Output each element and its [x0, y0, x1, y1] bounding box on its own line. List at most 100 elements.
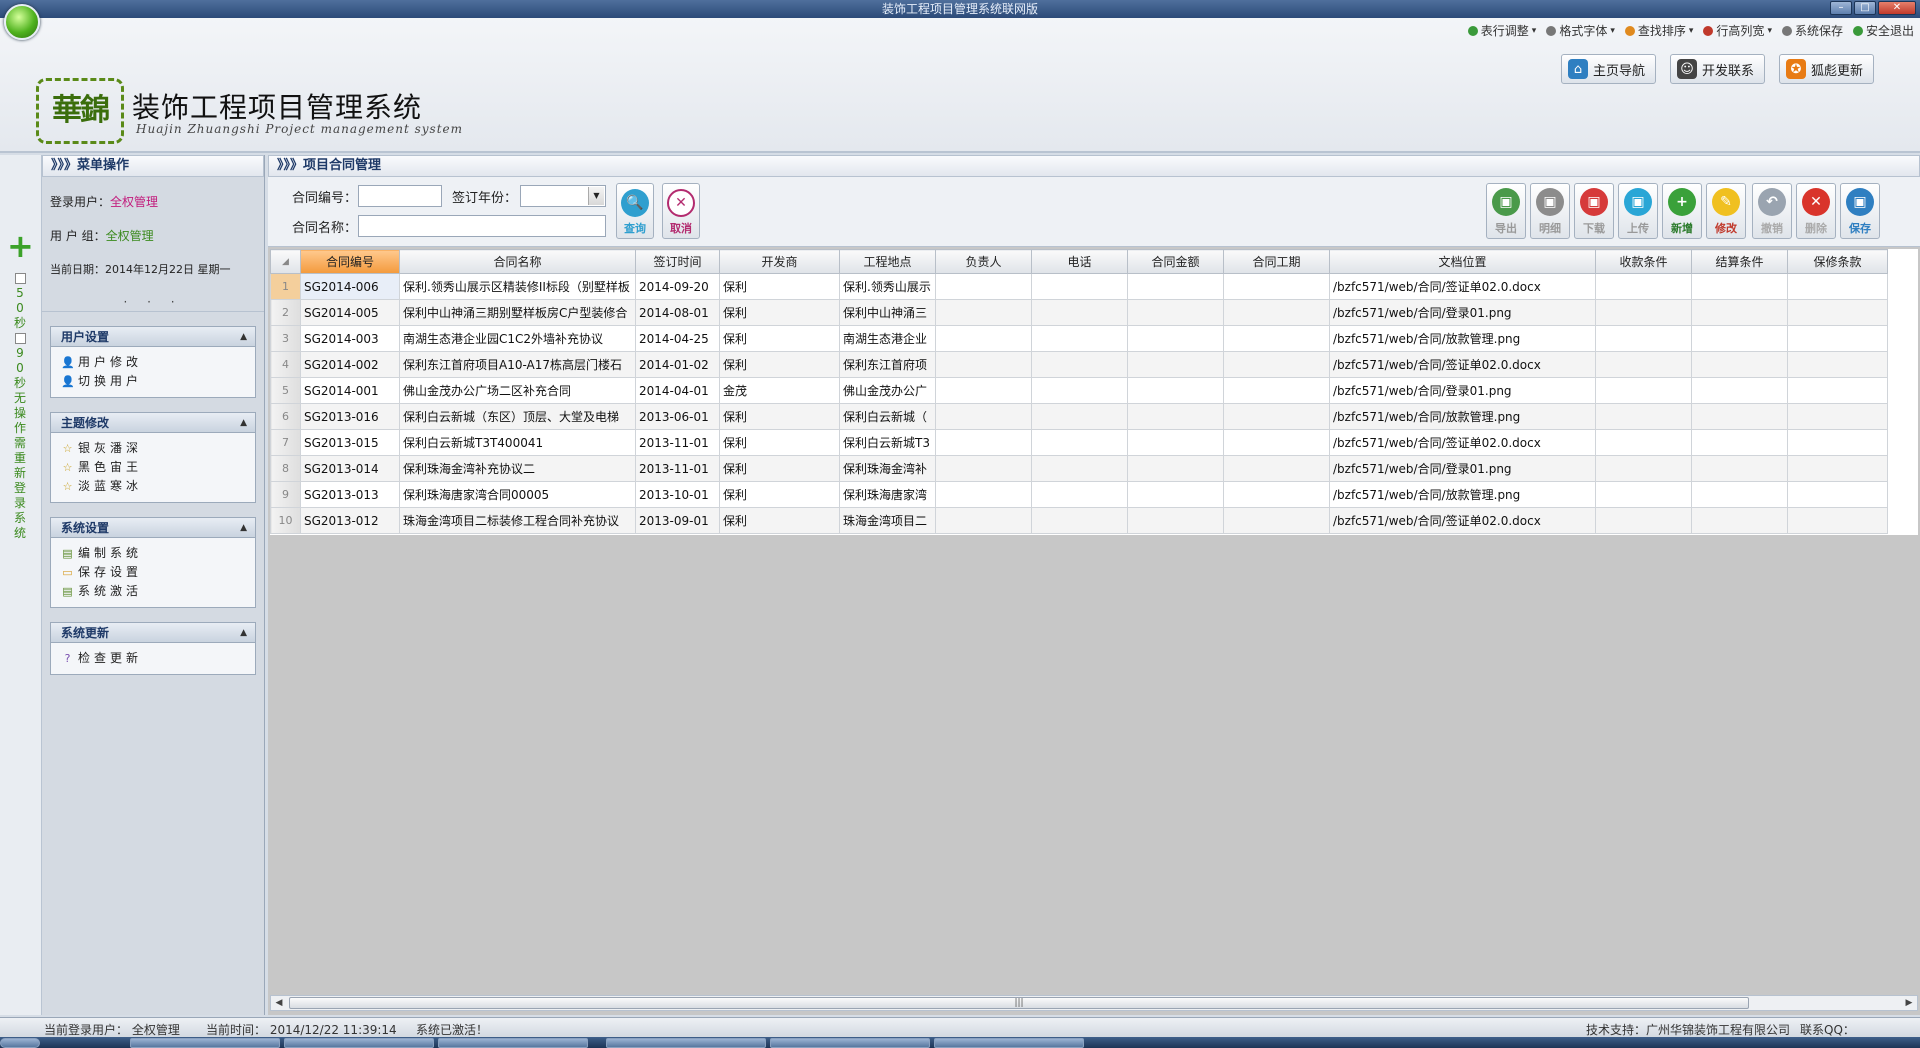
table-row[interactable]: 2 SG2014-005 保利中山神涌三期别墅样板房C户型装修合 2014-08-01… [270, 299, 1888, 326]
table-cell[interactable] [1031, 507, 1128, 534]
table-cell[interactable] [1031, 299, 1128, 326]
table-cell[interactable] [1127, 377, 1224, 404]
table-cell[interactable] [1223, 455, 1330, 482]
table-cell[interactable]: 2014-08-01 [635, 299, 720, 326]
table-cell[interactable]: /bzfc571/web/合同/放款管理.png [1329, 325, 1596, 352]
add-icon[interactable]: + [7, 230, 34, 262]
sidebar-group-header[interactable]: 系统更新 ▲ [51, 623, 255, 643]
table-cell[interactable] [1031, 455, 1128, 482]
table-cell[interactable] [1787, 273, 1888, 300]
table-cell[interactable] [1691, 325, 1788, 352]
table-cell[interactable] [1691, 377, 1788, 404]
table-cell[interactable]: 佛山金茂办公广 [839, 377, 936, 404]
table-cell[interactable]: 2014-01-02 [635, 351, 720, 378]
table-cell[interactable]: /bzfc571/web/合同/放款管理.png [1329, 481, 1596, 508]
table-cell[interactable] [1031, 481, 1128, 508]
column-header[interactable]: 合同金额 [1127, 249, 1224, 274]
table-cell[interactable]: SG2013-012 [300, 507, 400, 534]
table-cell[interactable]: /bzfc571/web/合同/放款管理.png [1329, 403, 1596, 430]
table-row[interactable]: 1 SG2014-006 保利.领秀山展示区精装修II标段（别墅样板 2014-09-… [270, 273, 1888, 300]
table-cell[interactable] [1691, 273, 1788, 300]
start-button[interactable] [0, 1038, 40, 1048]
table-cell[interactable]: 保利 [719, 455, 840, 482]
table-cell[interactable]: /bzfc571/web/合同/签证单02.0.docx [1329, 429, 1596, 456]
table-cell[interactable]: 保利白云新城T3T400041 [399, 429, 636, 456]
column-header[interactable]: 负责人 [935, 249, 1032, 274]
table-cell[interactable] [1787, 299, 1888, 326]
table-cell[interactable] [1691, 507, 1788, 534]
column-header[interactable]: 结算条件 [1691, 249, 1788, 274]
column-header[interactable]: 文档位置 [1329, 249, 1596, 274]
toolbar-button-6[interactable]: ↶ 撤销 [1752, 183, 1792, 239]
table-cell[interactable]: 2013-09-01 [635, 507, 720, 534]
table-cell[interactable] [935, 507, 1032, 534]
collapse-icon[interactable]: ▲ [240, 413, 247, 433]
table-cell[interactable]: 保利 [719, 351, 840, 378]
table-cell[interactable] [935, 377, 1032, 404]
table-cell[interactable]: 南湖生态港企业园C1C2外墙补充协议 [399, 325, 636, 352]
row-number[interactable]: 1 [270, 273, 301, 300]
table-cell[interactable] [1691, 455, 1788, 482]
table-cell[interactable] [1127, 507, 1224, 534]
sidebar-item[interactable]: ▭ 保存设置 [61, 563, 255, 582]
table-cell[interactable] [1031, 377, 1128, 404]
table-cell[interactable]: 保利东江首府项目A10-A17栋高层门楼石 [399, 351, 636, 378]
nav-button[interactable]: ✪ 狐彪更新 [1778, 54, 1874, 84]
taskbar-item[interactable] [284, 1038, 434, 1048]
column-header[interactable]: 合同编号 [300, 249, 400, 274]
column-header[interactable]: 签订时间 [635, 249, 720, 274]
table-cell[interactable] [1787, 351, 1888, 378]
grid-corner[interactable]: ◢ [270, 249, 301, 274]
table-cell[interactable]: 保利 [719, 325, 840, 352]
table-cell[interactable]: SG2014-006 [300, 273, 400, 300]
table-cell[interactable]: 2014-04-01 [635, 377, 720, 404]
row-number[interactable]: 8 [270, 455, 301, 482]
sidebar-item[interactable]: 👤 用户修改 [61, 353, 255, 372]
table-cell[interactable] [1595, 351, 1692, 378]
table-cell[interactable] [935, 481, 1032, 508]
table-cell[interactable] [1223, 351, 1330, 378]
table-row[interactable]: 6 SG2013-016 保利白云新城（东区）顶层、大堂及电梯 2013-06-01 保… [270, 403, 1888, 430]
row-number[interactable]: 7 [270, 429, 301, 456]
toolbar-button-7[interactable]: ✕ 删除 [1796, 183, 1836, 239]
table-cell[interactable] [1127, 481, 1224, 508]
table-cell[interactable] [935, 351, 1032, 378]
timeout-50-option[interactable]: 50秒 [12, 273, 28, 331]
table-cell[interactable] [1691, 403, 1788, 430]
table-cell[interactable] [1595, 273, 1692, 300]
table-cell[interactable] [1127, 351, 1224, 378]
table-cell[interactable]: 珠海金湾项目二 [839, 507, 936, 534]
table-cell[interactable]: 保利 [719, 299, 840, 326]
table-cell[interactable]: 保利珠海唐家湾合同00005 [399, 481, 636, 508]
table-cell[interactable] [1595, 455, 1692, 482]
table-cell[interactable]: 保利 [719, 507, 840, 534]
sidebar-item[interactable]: ? 检查更新 [61, 649, 255, 668]
table-cell[interactable] [1223, 429, 1330, 456]
table-cell[interactable] [1127, 299, 1224, 326]
table-cell[interactable]: 2013-11-01 [635, 429, 720, 456]
table-cell[interactable] [1223, 325, 1330, 352]
close-button[interactable]: ✕ [1878, 1, 1916, 15]
column-header[interactable]: 保修条款 [1787, 249, 1888, 274]
table-cell[interactable]: 保利.领秀山展示区精装修II标段（别墅样板 [399, 273, 636, 300]
toolbar-button-3[interactable]: ▣ 上传 [1618, 183, 1658, 239]
column-header[interactable]: 合同名称 [399, 249, 636, 274]
top-menu-item[interactable]: 查找排序 ▾ [1624, 22, 1693, 39]
collapse-icon[interactable]: ▲ [240, 327, 247, 347]
table-cell[interactable]: SG2014-001 [300, 377, 400, 404]
column-header[interactable]: 开发商 [719, 249, 840, 274]
table-cell[interactable]: 保利白云新城（东区）顶层、大堂及电梯 [399, 403, 636, 430]
table-row[interactable]: 9 SG2013-013 保利珠海唐家湾合同00005 2013-10-01 保利 保利珠… [270, 481, 1888, 508]
table-row[interactable]: 3 SG2014-003 南湖生态港企业园C1C2外墙补充协议 2014-04-25 保… [270, 325, 1888, 352]
table-cell[interactable]: SG2014-003 [300, 325, 400, 352]
table-cell[interactable] [935, 325, 1032, 352]
table-row[interactable]: 5 SG2014-001 佛山金茂办公广场二区补充合同 2014-04-01 金茂 佛山金… [270, 377, 1888, 404]
table-row[interactable]: 10 SG2013-012 珠海金湾项目二标装修工程合同补充协议 2013-09-01… [270, 507, 1888, 534]
timeout-90-checkbox[interactable] [14, 333, 26, 344]
toolbar-button-1[interactable]: ▣ 明细 [1530, 183, 1570, 239]
top-menu-item[interactable]: 系统保存 [1781, 22, 1843, 39]
sidebar-item[interactable]: ☆ 银灰潘深 [61, 439, 255, 458]
table-cell[interactable] [1127, 429, 1224, 456]
sidebar-group-header[interactable]: 用户设置 ▲ [51, 327, 255, 347]
collapse-icon[interactable]: ▲ [240, 623, 247, 643]
